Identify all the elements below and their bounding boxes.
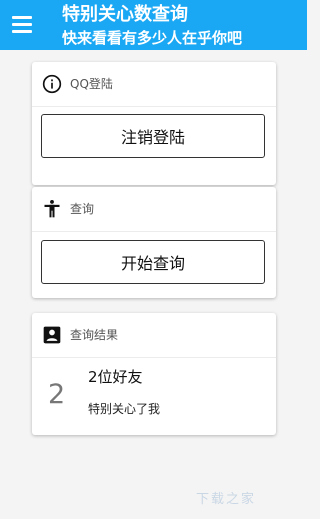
info-icon [42,74,62,94]
app-subtitle: 快来看看有多少人在乎你吧 [62,29,243,47]
result-card: 查询结果 2 2位好友 特别关心了我 [32,313,276,435]
query-card-header: 查询 [32,187,276,232]
app-bar: 特别关心数查询 快来看看有多少人在乎你吧 [0,0,307,50]
result-count: 2 [48,379,66,410]
result-card-label: 查询结果 [70,328,119,342]
person-standing-icon [44,200,60,218]
logout-button[interactable]: 注销登陆 [41,114,265,158]
menu-icon[interactable] [12,15,32,33]
result-card-header: 查询结果 [32,313,276,358]
result-title: 2位好友 [88,368,143,386]
query-card-label: 查询 [70,202,95,216]
start-query-button[interactable]: 开始查询 [41,240,265,284]
query-card: 查询 开始查询 [32,187,276,298]
login-card: QQ登陆 注销登陆 [32,62,276,185]
app-title: 特别关心数查询 [62,4,188,25]
login-card-label: QQ登陆 [70,77,113,91]
login-card-header: QQ登陆 [32,62,276,107]
contact-box-icon [43,326,61,344]
result-description: 特别关心了我 [88,402,161,416]
watermark: 下载之家 [196,492,257,507]
